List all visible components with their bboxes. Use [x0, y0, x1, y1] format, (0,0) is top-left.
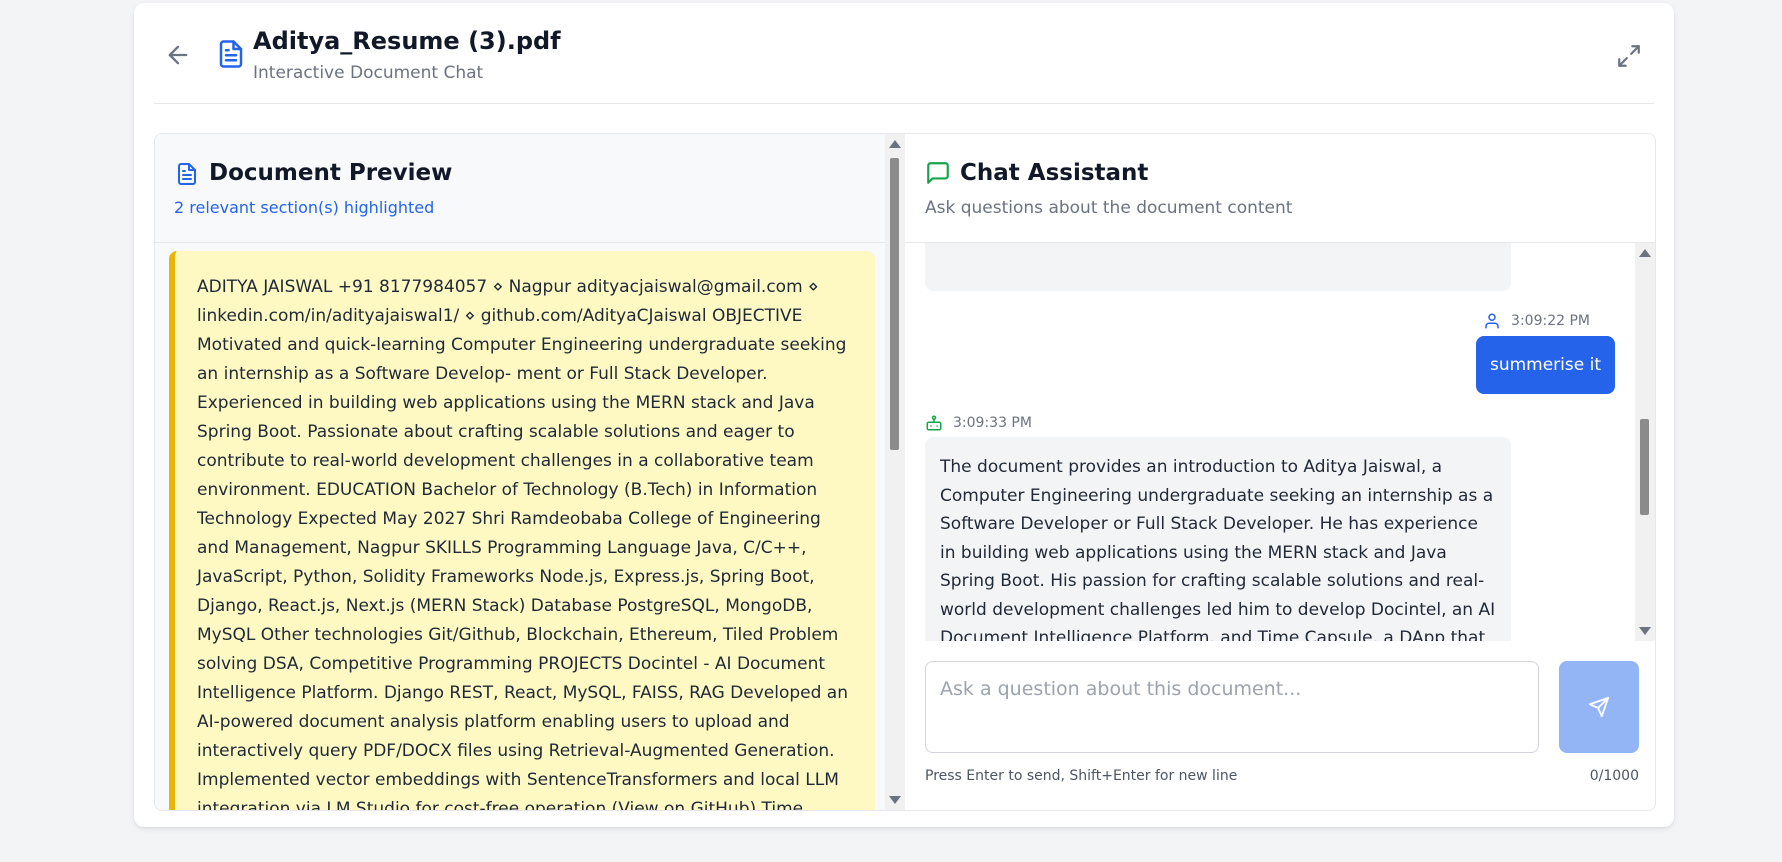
document-subtitle: Interactive Document Chat	[253, 63, 484, 83]
chat-input-area: Press Enter to send, Shift+Enter for new…	[905, 641, 1655, 810]
message-list-scrollbar[interactable]	[1635, 243, 1655, 641]
input-hint: Press Enter to send, Shift+Enter for new…	[925, 768, 1238, 784]
file-text-icon	[175, 160, 199, 188]
message-timestamp: 3:09:33 PM	[953, 415, 1032, 431]
user-message-bubble: summerise it	[1475, 336, 1615, 394]
document-preview-panel: Document Preview 2 relevant section(s) h…	[155, 134, 886, 810]
highlighted-section-text: ADITYA JAISWAL +91 8177984057 ⋄ Nagpur a…	[197, 277, 848, 811]
assistant-message-bubble	[925, 243, 1511, 291]
document-chat-card: Aditya_Resume (3).pdf Interactive Docume…	[134, 3, 1674, 827]
document-preview-scrollbar[interactable]	[885, 134, 905, 810]
message-list[interactable]: 3:09:22 PM summerise it 3:09:33 PM The d…	[905, 243, 1655, 642]
chat-assistant-title: Chat Assistant	[960, 160, 1149, 186]
document-preview-title: Document Preview	[209, 160, 453, 186]
highlight-count: 2 relevant section(s) highlighted	[174, 198, 435, 217]
assistant-message-text: The document provides an introduction to…	[940, 457, 1496, 642]
scroll-down-arrow-icon[interactable]	[1639, 627, 1651, 635]
chat-assistant-header: Chat Assistant Ask questions about the d…	[905, 134, 1655, 243]
bot-icon	[925, 414, 943, 432]
send-button[interactable]	[1559, 661, 1639, 753]
scrollbar-thumb[interactable]	[1640, 419, 1649, 515]
scroll-up-arrow-icon[interactable]	[889, 140, 901, 148]
document-title: Aditya_Resume (3).pdf	[253, 27, 561, 55]
expand-button[interactable]	[1616, 43, 1642, 69]
file-text-icon	[216, 37, 246, 71]
arrow-left-icon	[168, 45, 188, 65]
message-timestamp: 3:09:22 PM	[1511, 313, 1590, 329]
user-icon	[1483, 311, 1501, 331]
assistant-message-meta: 3:09:33 PM	[925, 414, 1032, 432]
scroll-up-arrow-icon[interactable]	[1639, 249, 1651, 257]
maximize-icon	[1618, 45, 1640, 67]
chat-assistant-subtitle: Ask questions about the document content	[925, 198, 1293, 218]
message-square-icon	[925, 160, 951, 186]
user-message-meta: 3:09:22 PM	[1483, 311, 1590, 331]
document-preview-header: Document Preview 2 relevant section(s) h…	[155, 134, 885, 243]
chat-assistant-panel: Chat Assistant Ask questions about the d…	[905, 134, 1655, 810]
back-button[interactable]	[164, 41, 192, 69]
panels-container: Document Preview 2 relevant section(s) h…	[154, 133, 1656, 811]
character-counter: 0/1000	[1589, 768, 1639, 784]
highlighted-section: ADITYA JAISWAL +91 8177984057 ⋄ Nagpur a…	[169, 251, 875, 811]
scrollbar-thumb[interactable]	[890, 158, 899, 450]
scroll-down-arrow-icon[interactable]	[889, 796, 901, 804]
send-icon	[1588, 696, 1610, 718]
assistant-message-bubble: The document provides an introduction to…	[925, 437, 1511, 642]
header-divider	[154, 103, 1654, 104]
chat-question-input[interactable]	[925, 661, 1539, 753]
